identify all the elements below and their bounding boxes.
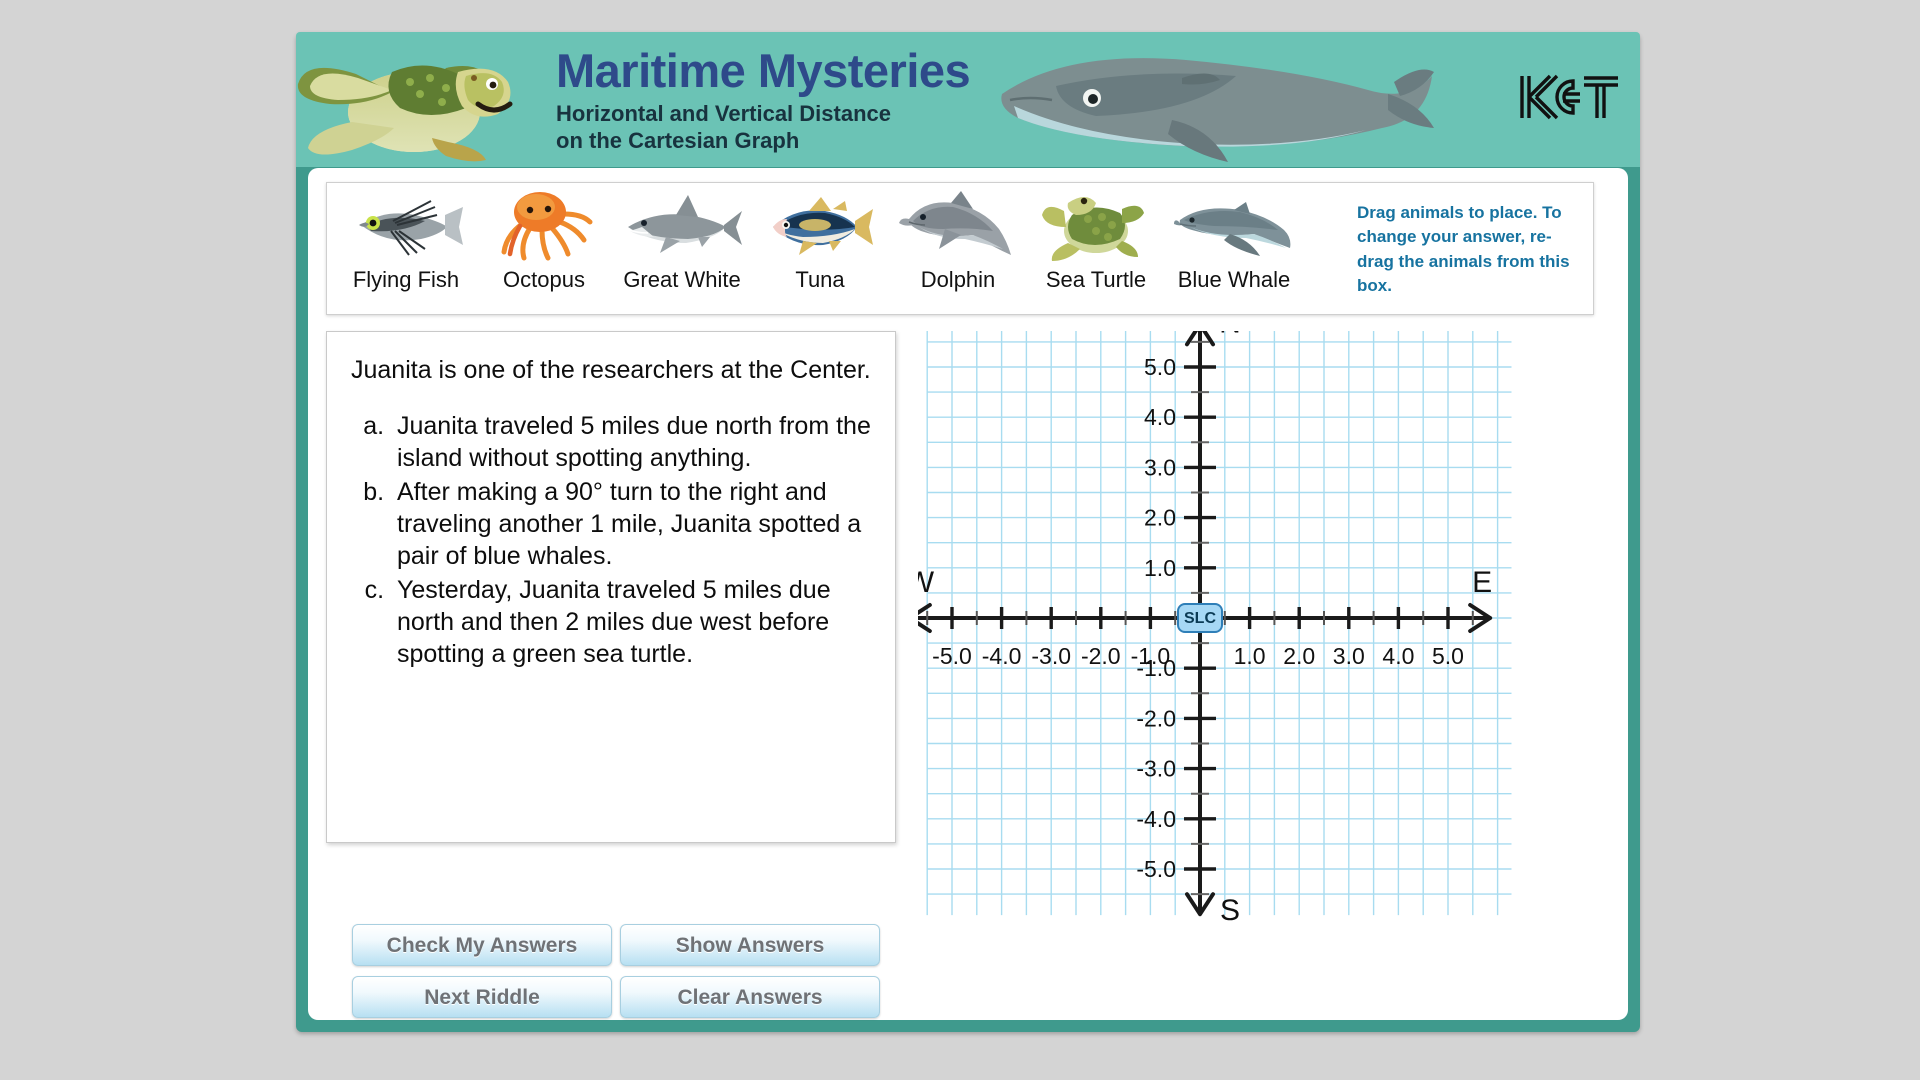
button-row-1: Check My Answers Show Answers [352, 924, 892, 966]
button-row-2: Next Riddle Clear Answers [352, 976, 892, 1018]
question-list: Juanita traveled 5 miles due north from … [351, 410, 875, 670]
content-card: Flying Fish Octopus Great White Tuna Dol… [308, 168, 1628, 1020]
question-item-a: Juanita traveled 5 miles due north from … [391, 410, 875, 474]
axis-label-south: S [1220, 894, 1240, 927]
next-riddle-button[interactable]: Next Riddle [352, 976, 612, 1018]
action-button-group: Check My Answers Show Answers Next Riddl… [352, 924, 892, 1028]
blue-whale-decorative-icon [996, 42, 1436, 167]
cartesian-graph[interactable]: -5.0 -4.0 -3.0 -2.0 -1.0 1.0 2.0 3.0 4.0 5.0 5.0 4.… [918, 331, 1608, 1031]
animal-item-sea-turtle[interactable]: Sea Turtle [1027, 189, 1165, 293]
svg-text:-2.0: -2.0 [1081, 643, 1121, 669]
svg-text:2.0: 2.0 [1283, 643, 1315, 669]
show-answers-button[interactable]: Show Answers [620, 924, 880, 966]
svg-text:1.0: 1.0 [1144, 555, 1176, 581]
animal-label: Dolphin [920, 267, 996, 292]
blue-whale-icon [1174, 189, 1294, 263]
application-window: Maritime Mysteries Horizontal and Vertic… [296, 32, 1640, 1032]
axis-label-west: W [918, 566, 935, 599]
animal-label: Great White [623, 267, 741, 292]
animal-item-tuna[interactable]: Tuna [751, 189, 889, 293]
page-subtitle: Horizontal and Vertical Distance on the … [556, 101, 970, 155]
question-item-c: Yesterday, Juanita traveled 5 miles due … [391, 574, 875, 670]
svg-text:-2.0: -2.0 [1136, 705, 1176, 731]
page-subtitle-line1: Horizontal and Vertical Distance [556, 101, 891, 127]
page-subtitle-line2: on the Cartesian Graph [556, 128, 800, 154]
svg-text:-4.0: -4.0 [982, 643, 1022, 669]
svg-text:-5.0: -5.0 [932, 643, 972, 669]
svg-text:5.0: 5.0 [1144, 354, 1176, 380]
animal-tray: Flying Fish Octopus Great White Tuna Dol… [326, 182, 1594, 315]
svg-text:-3.0: -3.0 [1136, 756, 1176, 782]
svg-text:5.0: 5.0 [1432, 643, 1464, 669]
ket-logo [1518, 72, 1622, 127]
svg-text:-1.0: -1.0 [1136, 655, 1176, 681]
animal-item-flying-fish[interactable]: Flying Fish [337, 189, 475, 293]
header-title-block: Maritime Mysteries Horizontal and Vertic… [556, 44, 971, 155]
animal-item-dolphin[interactable]: Dolphin [889, 189, 1027, 293]
clear-answers-button[interactable]: Clear Answers [620, 976, 880, 1018]
svg-text:-3.0: -3.0 [1031, 643, 1071, 669]
flying-fish-icon [347, 189, 465, 263]
animal-label: Tuna [795, 267, 845, 292]
axis-label-east: E [1472, 566, 1492, 599]
animal-item-great-white[interactable]: Great White [613, 189, 751, 293]
animal-label: Blue Whale [1177, 267, 1291, 292]
animal-label: Octopus [503, 267, 585, 292]
sea-turtle-icon [1038, 189, 1154, 263]
animal-item-blue-whale[interactable]: Blue Whale [1165, 189, 1303, 293]
svg-text:3.0: 3.0 [1333, 643, 1365, 669]
svg-text:4.0: 4.0 [1144, 404, 1176, 430]
question-item-b: After making a 90° turn to the right and… [391, 476, 875, 572]
animal-label: Flying Fish [352, 267, 460, 292]
octopus-icon [490, 189, 598, 263]
cartesian-graph-panel[interactable]: -5.0 -4.0 -3.0 -2.0 -1.0 1.0 2.0 3.0 4.0 5.0 5.0 4.… [918, 331, 1608, 1031]
svg-text:-4.0: -4.0 [1136, 806, 1176, 832]
dolphin-icon [899, 189, 1017, 263]
sea-turtle-decorative-icon [296, 38, 546, 167]
animal-label: Sea Turtle [1045, 267, 1147, 292]
drag-instructions: Drag animals to place. To change your an… [1357, 203, 1570, 296]
animal-item-octopus[interactable]: Octopus [475, 189, 613, 293]
check-my-answers-button[interactable]: Check My Answers [352, 924, 612, 966]
svg-text:1.0: 1.0 [1234, 643, 1266, 669]
svg-text:-5.0: -5.0 [1136, 856, 1176, 882]
header-banner: Maritime Mysteries Horizontal and Vertic… [296, 32, 1640, 167]
svg-text:4.0: 4.0 [1382, 643, 1414, 669]
question-panel: Juanita is one of the researchers at the… [326, 331, 896, 843]
origin-marker-slc[interactable]: SLC [1177, 603, 1223, 633]
svg-text:2.0: 2.0 [1144, 505, 1176, 531]
axis-label-north: N [1219, 331, 1241, 339]
tuna-icon [763, 189, 877, 263]
page-title: Maritime Mysteries [556, 44, 971, 97]
svg-text:3.0: 3.0 [1144, 454, 1176, 480]
question-intro: Juanita is one of the researchers at the… [351, 356, 871, 384]
great-white-shark-icon [620, 189, 744, 263]
animal-list: Flying Fish Octopus Great White Tuna Dol… [337, 189, 1303, 293]
